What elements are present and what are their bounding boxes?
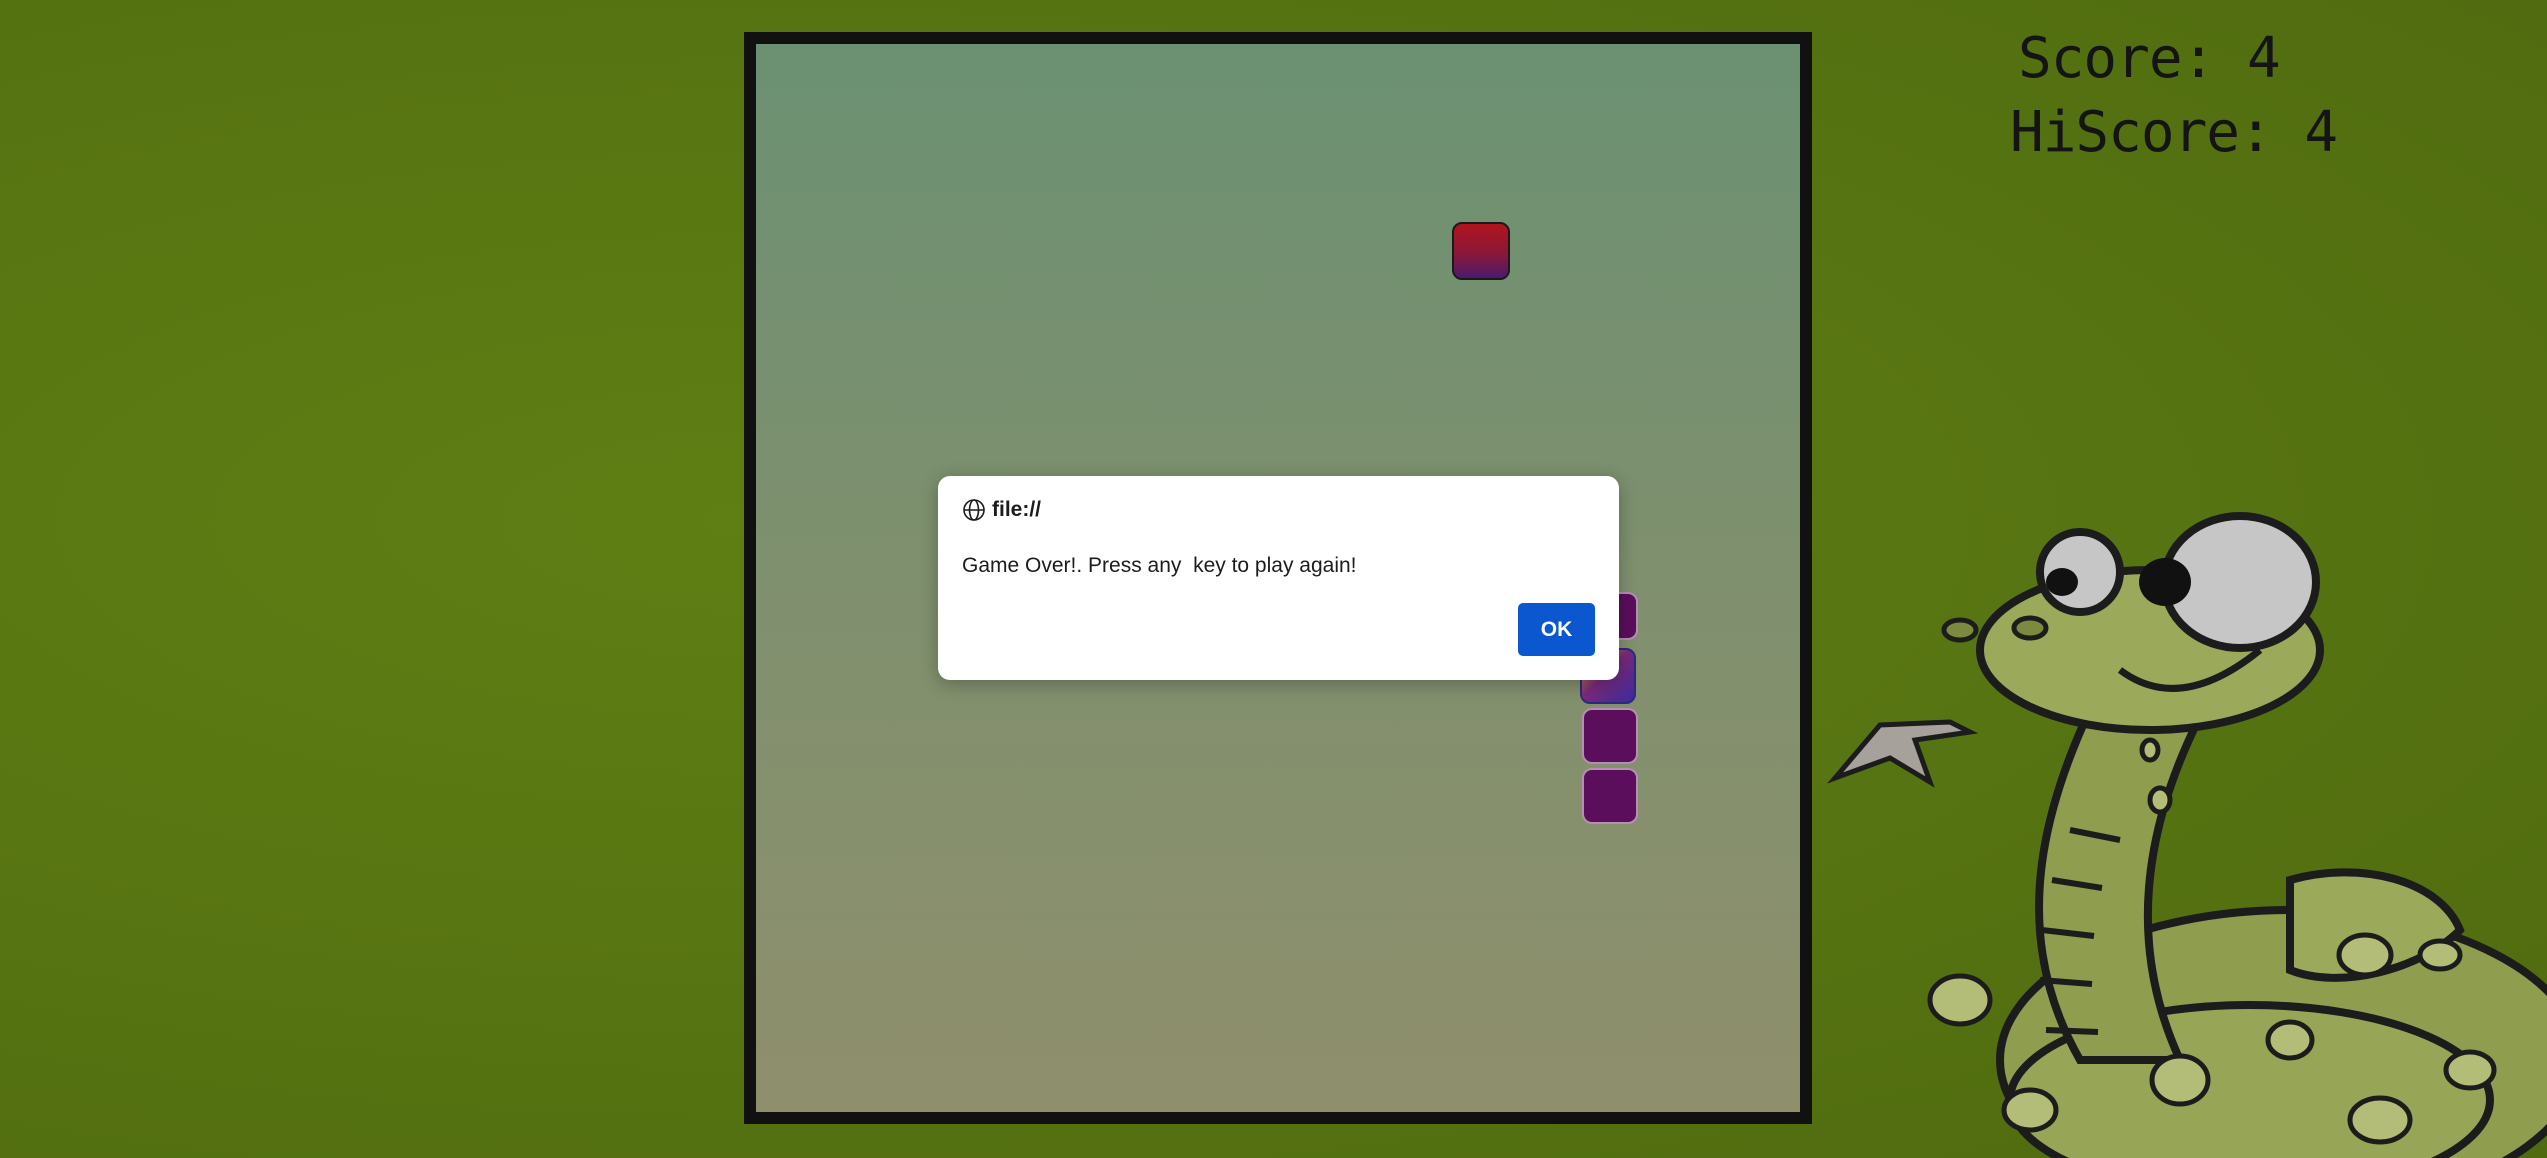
- snake-segment: [1582, 768, 1638, 824]
- dialog-message: Game Over!. Press any key to play again!: [962, 554, 1357, 577]
- alert-dialog: file:// Game Over!. Press any key to pla…: [938, 476, 1619, 680]
- hiscore-display: HiScore: 4: [2010, 100, 2338, 165]
- score-display: Score: 4: [2018, 26, 2281, 91]
- ok-button[interactable]: OK: [1518, 603, 1595, 656]
- globe-icon: [963, 499, 985, 521]
- food-item: [1452, 222, 1510, 280]
- snake-mascot-illustration: [1826, 512, 2547, 1158]
- dialog-origin: file://: [992, 498, 1042, 521]
- snake-segment: [1582, 708, 1638, 764]
- dialog-title: file://: [962, 498, 1041, 522]
